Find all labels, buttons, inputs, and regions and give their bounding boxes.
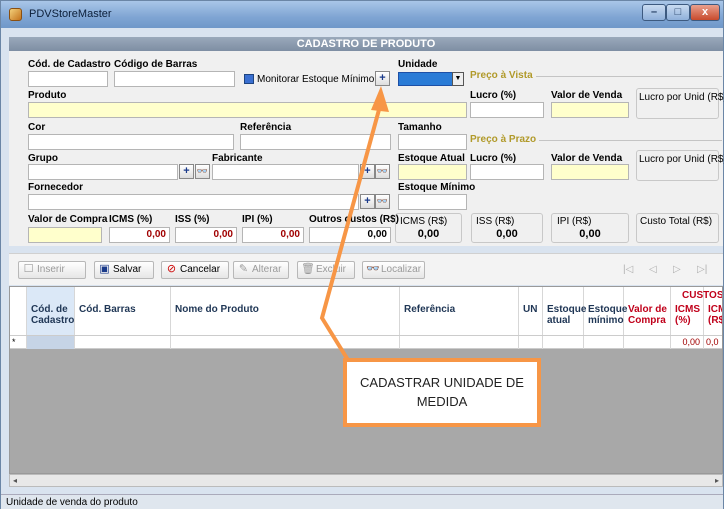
annotation-callout: CADASTRAR UNIDADE DE MEDIDA: [343, 358, 541, 427]
annotation-arrow: [319, 86, 389, 362]
